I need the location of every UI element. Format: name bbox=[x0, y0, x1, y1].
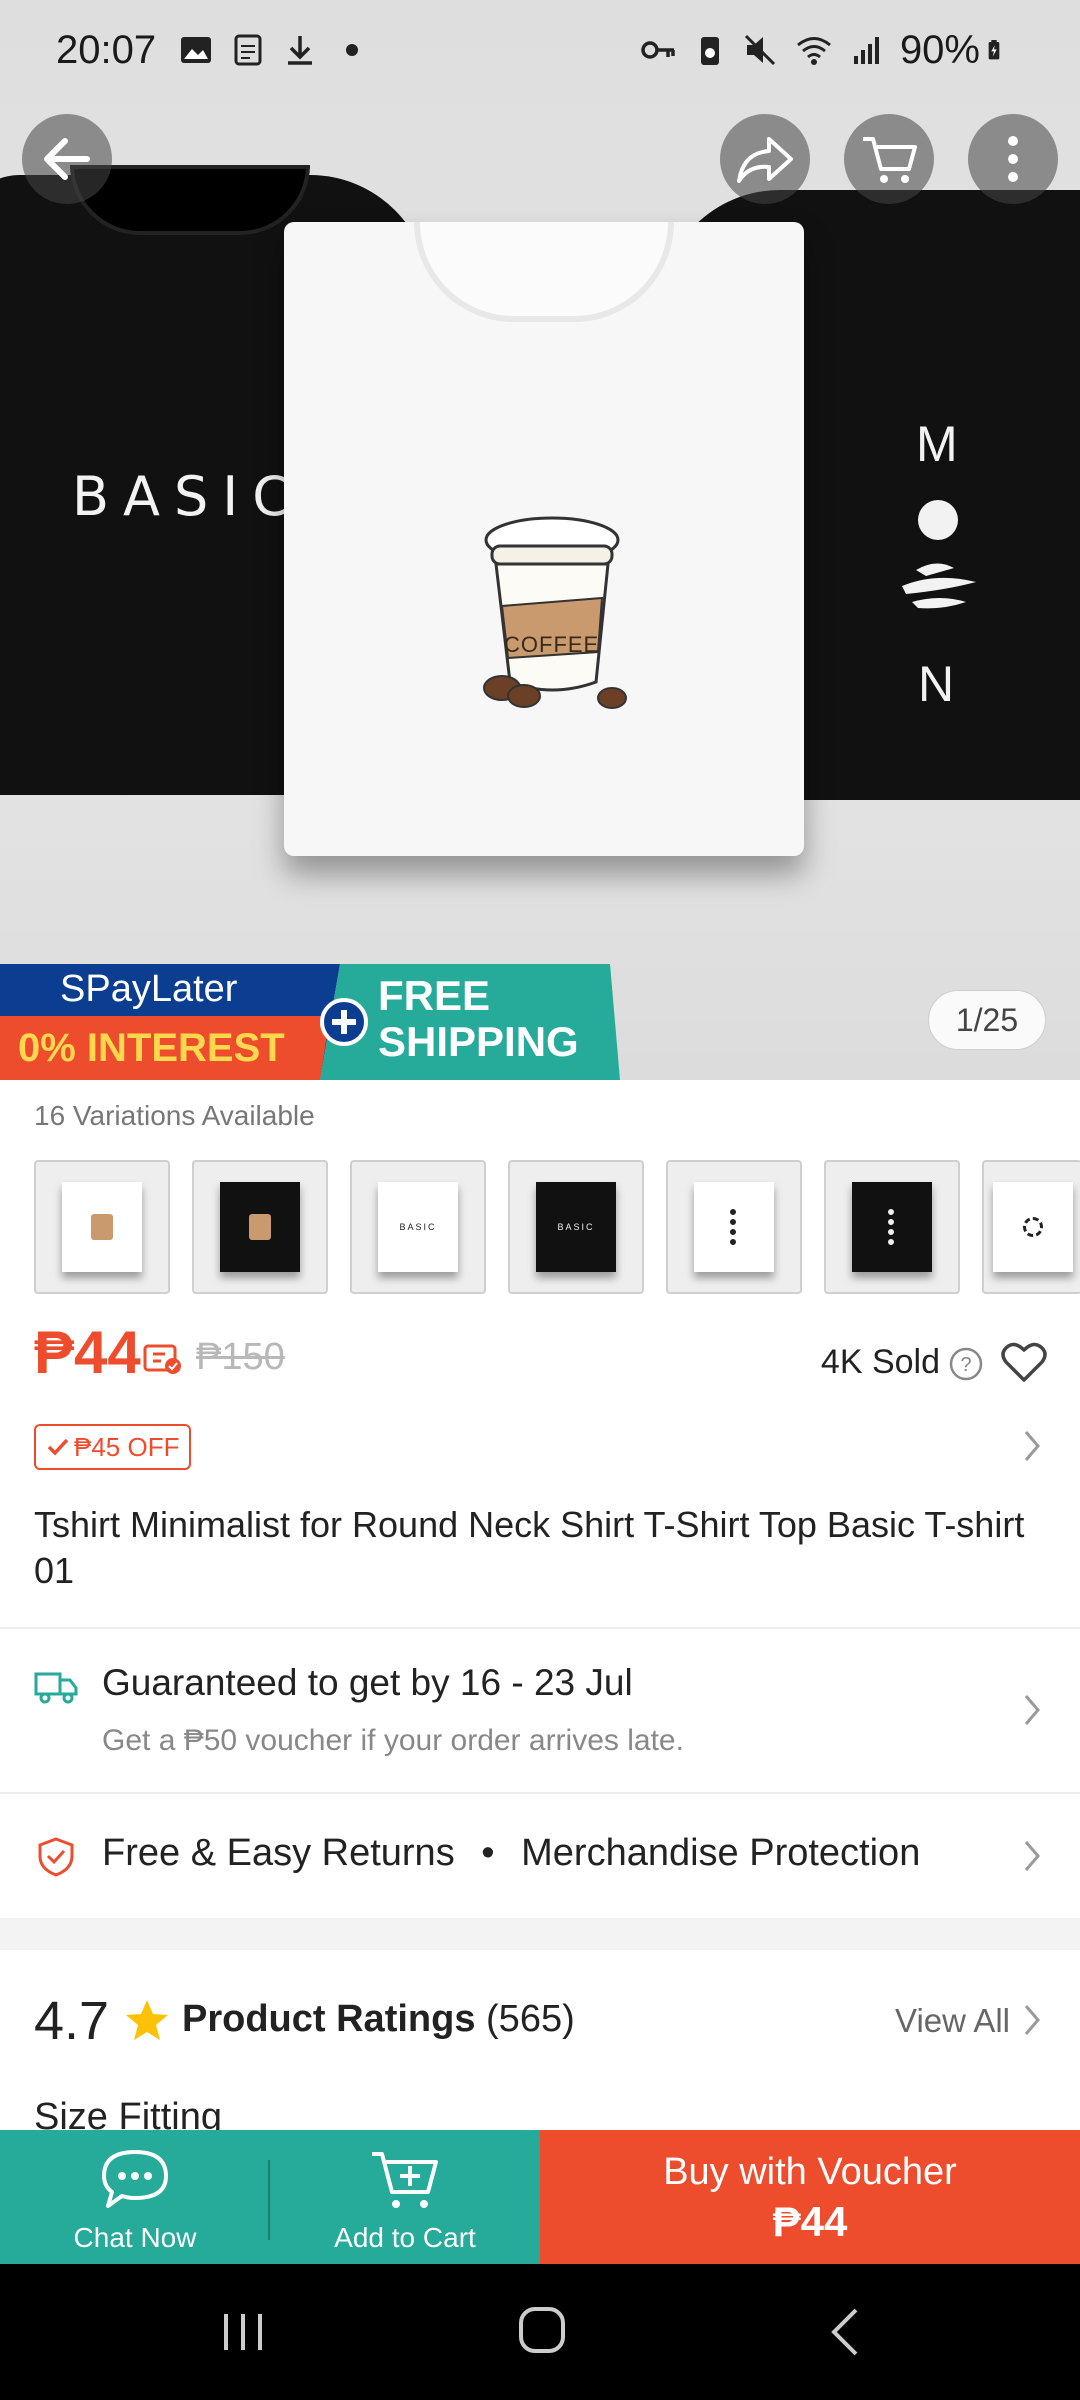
product-title: Tshirt Minimalist for Round Neck Shirt T… bbox=[34, 1504, 1025, 1591]
more-vertical-icon bbox=[1008, 136, 1018, 182]
chat-now-button[interactable]: Chat Now bbox=[0, 2130, 270, 2264]
zero-interest-text: 0% INTEREST bbox=[18, 1026, 285, 1070]
cart-button[interactable] bbox=[844, 114, 934, 204]
product-ratings-label: Product Ratings (565) bbox=[182, 1998, 575, 2041]
moon-letter-n: N bbox=[918, 656, 955, 712]
white-coffee-shirt-image: COFFEE bbox=[284, 222, 804, 856]
variation-thumb[interactable] bbox=[192, 1160, 328, 1294]
share-icon bbox=[737, 137, 793, 183]
section-gap bbox=[0, 1918, 1080, 1950]
merchandise-protection-label: Merchandise Protection bbox=[521, 1832, 921, 1874]
status-bar: 20:07 90% bbox=[0, 0, 1080, 100]
favorite-heart-icon[interactable] bbox=[1000, 1340, 1048, 1384]
system-navigation-bar bbox=[0, 2264, 1080, 2400]
moon-dot-icon bbox=[918, 500, 958, 540]
moon-wave-icon bbox=[902, 563, 976, 609]
buy-price: ₱44 bbox=[772, 2198, 848, 2245]
current-price: ₱44 bbox=[34, 1319, 141, 1386]
chat-now-label: Chat Now bbox=[73, 2222, 197, 2253]
divider bbox=[0, 1627, 1080, 1629]
battery-charging-icon bbox=[988, 40, 1000, 60]
download-notification-icon bbox=[288, 36, 313, 65]
moon-letter-m: M bbox=[916, 416, 958, 472]
image-page-indicator: 1/25 bbox=[928, 990, 1046, 1050]
wifi-icon bbox=[796, 37, 831, 65]
coffee-cup-graphic bbox=[483, 516, 627, 709]
chevron-right-icon bbox=[1024, 1841, 1040, 1871]
product-image-carousel[interactable]: BASIC M N COFFEE bbox=[0, 0, 1080, 1080]
star-icon bbox=[126, 2000, 168, 2040]
variation-thumb[interactable] bbox=[982, 1160, 1080, 1294]
dot-notification-icon bbox=[346, 44, 359, 56]
free-text: FREE bbox=[378, 972, 491, 1019]
chevron-right-icon bbox=[1024, 2005, 1040, 2035]
back-button[interactable] bbox=[22, 114, 112, 204]
more-options-button[interactable] bbox=[968, 114, 1058, 204]
divider bbox=[0, 1792, 1080, 1794]
original-price: ₱150 bbox=[196, 1336, 285, 1378]
buy-with-voucher-button[interactable]: Buy with Voucher ₱44 bbox=[540, 2130, 1080, 2264]
chat-bubble-icon bbox=[102, 2150, 168, 2208]
add-to-cart-button[interactable]: Add to Cart bbox=[270, 2130, 540, 2264]
variation-thumb[interactable]: BASIC bbox=[508, 1160, 644, 1294]
battery-percent: 90% bbox=[899, 27, 980, 72]
check-icon bbox=[47, 1438, 69, 1456]
variations-label: 16 Variations Available bbox=[34, 1100, 315, 1131]
view-all-ratings-link[interactable]: View All bbox=[895, 2002, 1010, 2040]
document-notification-icon bbox=[234, 34, 262, 66]
ratings-count: (565) bbox=[486, 1998, 575, 2040]
add-to-cart-label: Add to Cart bbox=[334, 2222, 476, 2253]
sold-count: 4K Sold bbox=[820, 1343, 940, 1381]
free-easy-returns-label: Free & Easy Returns bbox=[102, 1832, 455, 1874]
delivery-voucher-note: Get a ₱50 voucher if your order arrives … bbox=[102, 1724, 684, 1757]
buy-with-voucher-label: Buy with Voucher bbox=[663, 2151, 957, 2193]
rating-score: 4.7 bbox=[34, 1991, 110, 2051]
gallery-notification-icon bbox=[181, 37, 212, 63]
variation-thumb[interactable] bbox=[34, 1160, 170, 1294]
delivery-guarantee: Guaranteed to get by 16 - 23 Jul bbox=[102, 1662, 633, 1703]
cart-icon bbox=[863, 137, 917, 183]
returns-text: Free & Easy Returns • Merchandise Protec… bbox=[102, 1832, 920, 1875]
truck-icon bbox=[34, 1672, 78, 1704]
variation-thumb[interactable] bbox=[666, 1160, 802, 1294]
chevron-right-icon[interactable] bbox=[1020, 1428, 1044, 1464]
add-to-cart-icon bbox=[372, 2152, 438, 2208]
status-time: 20:07 bbox=[56, 27, 157, 72]
variation-thumb[interactable]: BASIC bbox=[350, 1160, 486, 1294]
variation-thumbnails: BASIC BASIC bbox=[34, 1160, 1080, 1294]
signal-icon bbox=[853, 37, 879, 64]
chevron-right-icon bbox=[1024, 1695, 1040, 1725]
mute-icon bbox=[744, 34, 775, 66]
discount-text: ₱45 OFF bbox=[74, 1431, 180, 1462]
variation-thumb[interactable] bbox=[824, 1160, 960, 1294]
bottom-action-bar: Chat Now Add to Cart Buy with Voucher ₱4… bbox=[0, 2130, 1080, 2264]
voucher-ticket-icon bbox=[143, 1344, 181, 1374]
home-icon[interactable] bbox=[516, 2304, 568, 2356]
discount-tag[interactable]: ₱45 OFF bbox=[34, 1424, 192, 1470]
recent-apps-icon[interactable] bbox=[218, 2308, 268, 2356]
basic-print-text: BASIC bbox=[72, 465, 304, 528]
svg-text:?: ? bbox=[960, 1354, 971, 1376]
share-button[interactable] bbox=[720, 114, 810, 204]
help-icon[interactable]: ? bbox=[948, 1346, 984, 1382]
battery-saver-icon bbox=[700, 37, 719, 65]
separator-dot: • bbox=[481, 1832, 495, 1874]
ratings-title: Product Ratings bbox=[182, 1998, 476, 2040]
shipping-text: SHIPPING bbox=[378, 1018, 579, 1065]
promo-banner: SPayLater 0% INTEREST FREE SHIPPING bbox=[0, 964, 620, 1080]
spaylater-text: SPayLater bbox=[60, 968, 238, 1010]
arrow-left-icon bbox=[44, 138, 90, 180]
shield-check-icon bbox=[38, 1837, 74, 1877]
coffee-cup-text: COFFEE bbox=[504, 632, 600, 657]
vpn-key-icon bbox=[641, 41, 675, 59]
back-nav-icon[interactable] bbox=[826, 2304, 866, 2360]
